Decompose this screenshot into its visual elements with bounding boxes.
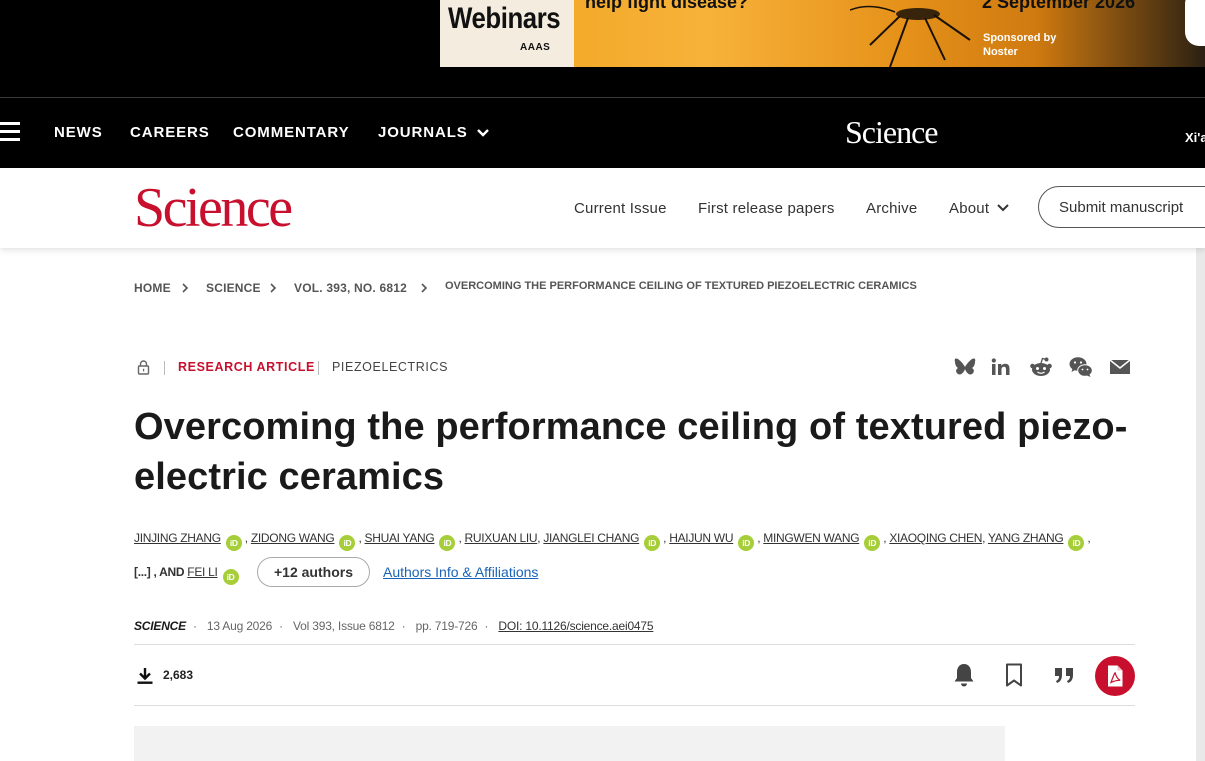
citation-journal: SCIENCE xyxy=(134,619,186,633)
breadcrumb-home[interactable]: HOME xyxy=(134,281,171,295)
affiliations-link[interactable]: Authors Info & Affiliations xyxy=(383,564,538,580)
orcid-icon[interactable]: iD xyxy=(864,535,881,551)
author-link[interactable]: SHUAI YANG xyxy=(365,531,435,545)
ad-sponsor: Sponsored by Noster xyxy=(983,31,1056,59)
citation-line: SCIENCE · 13 Aug 2026 · Vol 393, Issue 681… xyxy=(134,619,654,633)
author-link[interactable]: YANG ZHANG xyxy=(988,531,1064,545)
mosquito-icon xyxy=(850,5,971,67)
author-link[interactable]: ZIDONG WANG xyxy=(251,531,335,545)
citation-pages: pp. 719-726 xyxy=(415,619,478,633)
chevron-right-icon xyxy=(270,283,277,293)
ad-corner-badge xyxy=(1185,0,1205,46)
ad-headline: help fight disease? xyxy=(585,0,749,12)
orcid-icon[interactable]: iD xyxy=(738,535,755,551)
breadcrumb-volume[interactable]: VOL. 393, NO. 6812 xyxy=(294,281,407,295)
citation-doi[interactable]: DOI: 10.1126/science.aei0475 xyxy=(498,619,653,633)
meta-divider xyxy=(164,361,165,375)
chevron-right-icon xyxy=(421,283,428,293)
chevron-down-icon[interactable] xyxy=(476,126,490,140)
orcid-icon[interactable]: iD xyxy=(439,535,456,551)
reddit-icon[interactable] xyxy=(1029,356,1053,378)
more-authors-button[interactable]: +12 authors xyxy=(257,557,370,587)
orcid-icon[interactable]: iD xyxy=(225,535,242,551)
quote-icon[interactable] xyxy=(1050,661,1078,689)
bookmark-icon[interactable] xyxy=(1000,661,1028,689)
meta-divider xyxy=(318,361,319,375)
author-link[interactable]: HAIJUN WU xyxy=(669,531,733,545)
nav-careers[interactable]: CAREERS xyxy=(130,124,210,141)
bell-icon[interactable] xyxy=(950,661,978,689)
pdf-icon xyxy=(1108,665,1123,687)
citation-volume: Vol 393, Issue 6812 xyxy=(293,619,395,633)
article-topic[interactable]: PIEZOELECTRICS xyxy=(332,360,448,374)
hamburger-icon[interactable] xyxy=(0,122,20,144)
author-link[interactable]: JINJING ZHANG xyxy=(134,531,221,545)
nav-journals[interactable]: JOURNALS xyxy=(378,124,468,141)
ad-org: AAAS xyxy=(520,42,551,53)
link-current-issue[interactable]: Current Issue xyxy=(574,200,667,217)
science-logo-white[interactable]: Science xyxy=(845,114,938,151)
author-ellipsis: [...] , AND FEI LI iD xyxy=(134,565,242,585)
author-list: JINJING ZHANG iD, ZIDONG WANG iD, SHUAI YA… xyxy=(134,531,1144,551)
article-action-bar: 2,683 xyxy=(134,644,1135,706)
breadcrumb-science[interactable]: SCIENCE xyxy=(206,281,261,295)
article-title: Overcoming the performance ceiling of te… xyxy=(134,406,1128,498)
orcid-icon[interactable]: iD xyxy=(1068,535,1085,551)
download-icon xyxy=(137,668,153,684)
link-archive[interactable]: Archive xyxy=(866,200,917,217)
download-count: 2,683 xyxy=(163,668,194,682)
ad-banner[interactable]: Webinars AAAS help fight disease? 2 Sept… xyxy=(440,0,1205,67)
ad-strip: Webinars AAAS help fight disease? 2 Sept… xyxy=(0,0,1205,97)
ad-title: Webinars xyxy=(448,2,561,35)
orcid-icon[interactable]: iD xyxy=(222,569,239,585)
ad-sponsor-line1: Sponsored by xyxy=(983,32,1057,44)
top-navigation: NEWS CAREERS COMMENTARY JOURNALS Science… xyxy=(0,97,1205,168)
author-link[interactable]: XIAOQING CHEN xyxy=(889,531,982,545)
chevron-down-icon[interactable] xyxy=(996,202,1010,214)
scrollbar-track[interactable] xyxy=(1196,248,1205,761)
lock-icon xyxy=(137,360,150,375)
nav-commentary[interactable]: COMMENTARY xyxy=(233,124,350,141)
link-about[interactable]: About xyxy=(949,200,989,217)
user-menu[interactable]: Xi'a xyxy=(1185,130,1205,145)
bluesky-icon[interactable] xyxy=(953,356,977,378)
content-panel xyxy=(134,726,1005,761)
author-link[interactable]: FEI LI xyxy=(187,565,218,579)
link-first-release[interactable]: First release papers xyxy=(698,200,835,217)
ad-brand-panel: Webinars AAAS xyxy=(440,0,574,67)
science-logo[interactable]: Science xyxy=(134,178,293,238)
author-link[interactable]: JIANGLEI CHANG xyxy=(543,531,639,545)
author-ellipsis-text: [...] , AND xyxy=(134,565,185,579)
breadcrumb-current: OVERCOMING THE PERFORMANCE CEILING OF TE… xyxy=(445,280,917,292)
ad-sponsor-line2: Noster xyxy=(983,46,1018,58)
submit-manuscript-button[interactable]: Submit manuscript xyxy=(1038,186,1205,228)
orcid-icon[interactable]: iD xyxy=(339,535,356,551)
ad-date: 2 September 2026 xyxy=(982,0,1136,12)
author-link[interactable]: RUIXUAN LIU xyxy=(465,531,538,545)
chevron-right-icon xyxy=(182,283,189,293)
linkedin-icon[interactable] xyxy=(989,356,1013,378)
email-icon[interactable] xyxy=(1108,356,1132,378)
pdf-download-button[interactable] xyxy=(1095,656,1135,696)
author-link[interactable]: MINGWEN WANG xyxy=(763,531,859,545)
article-type[interactable]: RESEARCH ARTICLE xyxy=(178,360,315,374)
wechat-icon[interactable] xyxy=(1069,356,1093,378)
nav-news[interactable]: NEWS xyxy=(54,124,103,141)
journal-header: Science Current Issue First release pape… xyxy=(0,168,1205,248)
citation-date: 13 Aug 2026 xyxy=(206,619,273,633)
orcid-icon[interactable]: iD xyxy=(644,535,661,551)
